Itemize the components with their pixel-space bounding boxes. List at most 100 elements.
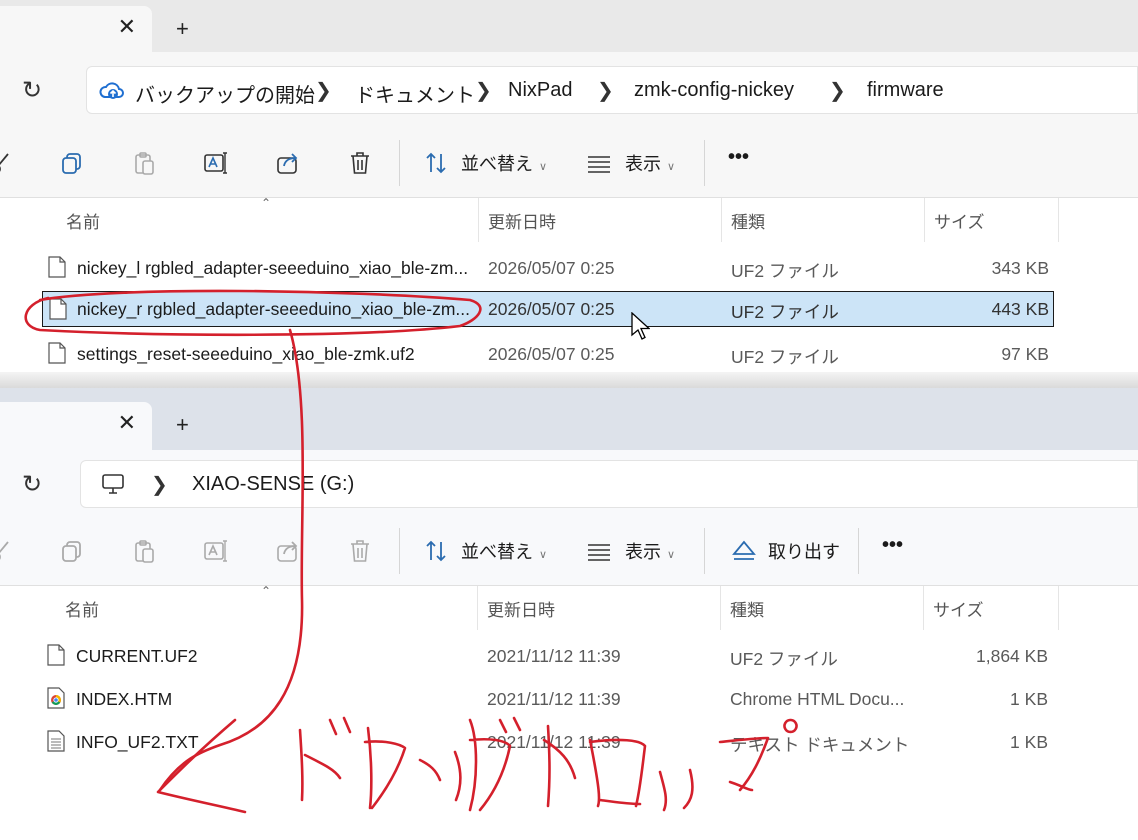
more-options-button[interactable]: ••• <box>728 146 749 169</box>
file-list: nickey_l rgbled_adapter-seeeduino_xiao_b… <box>0 242 1138 388</box>
view-button[interactable]: 表示 ∨ <box>625 150 675 176</box>
toolbar-divider <box>858 528 859 574</box>
chevron-down-icon: ∨ <box>539 549 548 561</box>
file-type: UF2 ファイル <box>731 347 839 367</box>
breadcrumb-zmk-config[interactable]: zmk-config-nickey <box>634 79 794 102</box>
address-row: ↻ ❯ XIAO-SENSE (G:) <box>0 450 1138 516</box>
column-divider[interactable] <box>721 198 722 242</box>
column-name[interactable]: 名前 <box>66 208 100 233</box>
command-bar: 並べ替え ∨ 表示 ∨ ••• <box>0 128 1138 198</box>
file-row[interactable]: CURRENT.UF2 2021/11/12 11:39 UF2 ファイル 1,… <box>0 638 1058 674</box>
cloud-backup-icon <box>99 79 125 101</box>
sort-icon[interactable] <box>424 150 450 176</box>
breadcrumb-documents[interactable]: ドキュメント <box>355 79 475 108</box>
view-icon[interactable] <box>586 150 612 176</box>
refresh-icon[interactable]: ↻ <box>22 76 42 105</box>
chevron-right-icon[interactable]: ❯ <box>597 78 614 103</box>
file-row[interactable]: INDEX.HTM 2021/11/12 11:39 Chrome HTML D… <box>0 681 1058 717</box>
column-header: ⌃ 名前 更新日時 種類 サイズ <box>0 584 1138 630</box>
file-date: 2026/05/07 0:25 <box>488 258 615 278</box>
file-size: 1,864 KB <box>976 646 1048 666</box>
chevron-right-icon[interactable]: ❯ <box>829 78 846 103</box>
rename-icon[interactable] <box>203 150 229 176</box>
sort-ascending-icon: ⌃ <box>261 196 272 210</box>
explorer-window-xiao-sense: ✕ + ↻ ❯ XIAO-SENSE (G:) 並べ替え ∨ 表示 ∨ 取り出す •… <box>0 388 1138 840</box>
breadcrumb-drive[interactable]: XIAO-SENSE (G:) <box>192 473 354 496</box>
file-icon <box>48 342 66 364</box>
column-divider[interactable] <box>1058 586 1059 630</box>
breadcrumb-backup[interactable]: バックアップの開始 <box>135 79 315 108</box>
more-options-button[interactable]: ••• <box>882 534 903 557</box>
tab-bar: ✕ + <box>0 0 1138 52</box>
column-size[interactable]: サイズ <box>934 208 985 233</box>
tab-xiao-sense[interactable]: ✕ <box>0 402 152 450</box>
new-tab-button[interactable]: + <box>176 412 189 438</box>
column-type[interactable]: 種類 <box>730 596 764 621</box>
file-row-selected[interactable]: nickey_r rgbled_adapter-seeeduino_xiao_b… <box>42 291 1054 327</box>
chevron-right-icon[interactable]: ❯ <box>315 78 332 103</box>
copy-icon[interactable] <box>59 150 85 176</box>
file-size: 1 KB <box>1010 732 1048 752</box>
toolbar-divider <box>399 140 400 186</box>
file-date: 2021/11/12 11:39 <box>487 646 621 666</box>
file-size: 343 KB <box>991 258 1049 278</box>
file-name: nickey_r rgbled_adapter-seeeduino_xiao_b… <box>77 299 471 319</box>
address-bar[interactable]: バックアップの開始 ❯ ドキュメント ❯ NixPad ❯ zmk-config… <box>86 66 1138 114</box>
eject-icon[interactable] <box>731 538 757 564</box>
file-type: UF2 ファイル <box>730 649 838 669</box>
tab-close-button[interactable]: ✕ <box>118 412 136 434</box>
tab-close-button[interactable]: ✕ <box>118 16 136 38</box>
column-name[interactable]: 名前 <box>65 596 99 621</box>
column-divider[interactable] <box>478 198 479 242</box>
file-type: UF2 ファイル <box>731 302 839 322</box>
file-row[interactable]: settings_reset-seeeduino_xiao_ble-zmk.uf… <box>0 336 1058 372</box>
column-size[interactable]: サイズ <box>933 596 984 621</box>
column-date[interactable]: 更新日時 <box>487 596 555 621</box>
cut-icon[interactable] <box>0 150 14 176</box>
file-type: Chrome HTML Docu... <box>730 689 905 709</box>
column-divider[interactable] <box>923 586 924 630</box>
column-date[interactable]: 更新日時 <box>488 208 556 233</box>
sort-ascending-icon: ⌃ <box>261 584 272 598</box>
file-name: INDEX.HTM <box>76 689 173 709</box>
chevron-right-icon[interactable]: ❯ <box>475 78 492 103</box>
chevron-down-icon: ∨ <box>539 161 548 173</box>
rename-icon <box>203 538 229 564</box>
new-tab-button[interactable]: + <box>176 16 189 42</box>
chevron-right-icon[interactable]: ❯ <box>151 472 168 497</box>
sort-button[interactable]: 並べ替え ∨ <box>461 538 547 564</box>
delete-icon[interactable] <box>347 150 373 176</box>
file-size: 97 KB <box>1001 344 1049 364</box>
explorer-window-firmware: ✕ + ↻ バックアップの開始 ❯ ドキュメント ❯ NixPad ❯ zmk-… <box>0 0 1138 388</box>
column-divider[interactable] <box>924 198 925 242</box>
chevron-down-icon: ∨ <box>667 549 676 561</box>
breadcrumb-nixpad[interactable]: NixPad <box>508 79 572 102</box>
view-button[interactable]: 表示 ∨ <box>625 538 675 564</box>
mouse-pointer-icon <box>630 311 651 342</box>
view-icon[interactable] <box>586 538 612 564</box>
column-divider[interactable] <box>720 586 721 630</box>
column-type[interactable]: 種類 <box>731 208 765 233</box>
column-divider[interactable] <box>1058 198 1059 242</box>
sort-icon[interactable] <box>424 538 450 564</box>
sort-button[interactable]: 並べ替え ∨ <box>461 150 547 176</box>
address-row: ↻ バックアップの開始 ❯ ドキュメント ❯ NixPad ❯ zmk-conf… <box>0 52 1138 128</box>
file-name: CURRENT.UF2 <box>76 646 198 666</box>
tab-bar: ✕ + <box>0 388 1138 450</box>
file-date: 2026/05/07 0:25 <box>488 344 615 364</box>
view-label: 表示 <box>625 154 661 174</box>
toolbar-divider <box>399 528 400 574</box>
chevron-down-icon: ∨ <box>667 161 676 173</box>
breadcrumb-firmware[interactable]: firmware <box>867 79 944 102</box>
address-bar[interactable]: ❯ XIAO-SENSE (G:) <box>80 460 1138 508</box>
toolbar-divider <box>704 528 705 574</box>
file-row[interactable]: nickey_l rgbled_adapter-seeeduino_xiao_b… <box>0 250 1058 286</box>
tab-firmware[interactable]: ✕ <box>0 6 152 52</box>
eject-button[interactable]: 取り出す <box>768 538 840 564</box>
column-divider[interactable] <box>477 586 478 630</box>
refresh-icon[interactable]: ↻ <box>22 470 42 499</box>
paste-icon <box>131 150 157 176</box>
file-row[interactable]: INFO_UF2.TXT 2021/11/12 11:39 テキスト ドキュメン… <box>0 724 1058 760</box>
share-icon[interactable] <box>275 150 301 176</box>
paste-icon <box>131 538 157 564</box>
